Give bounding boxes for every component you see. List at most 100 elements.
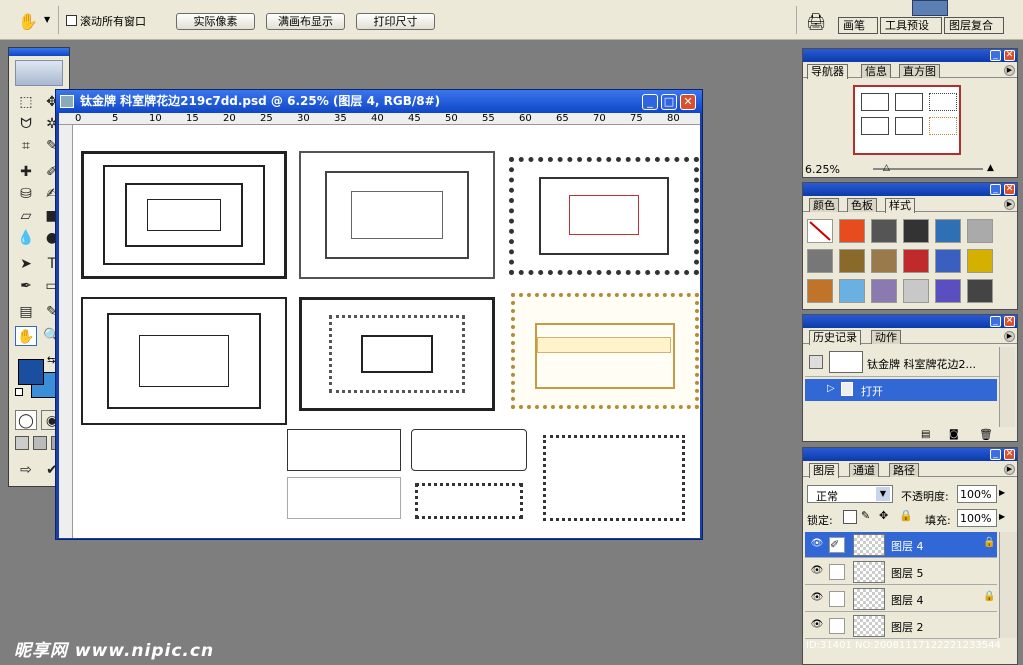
style-swatch[interactable] [839, 279, 865, 303]
lasso-tool-icon[interactable]: ᗢ [15, 114, 37, 134]
path-select-icon[interactable]: ➤ [15, 254, 37, 274]
blend-mode-select[interactable]: 正常 ▼ [807, 485, 893, 503]
style-swatch[interactable] [839, 219, 865, 243]
navigator-preview[interactable] [853, 85, 961, 155]
palette-menu-icon[interactable]: ▶ [1004, 199, 1015, 210]
eye-icon[interactable]: 👁 [809, 592, 825, 603]
eraser-tool-icon[interactable]: ▱ [15, 206, 37, 226]
style-swatch[interactable] [871, 279, 897, 303]
style-swatch-none[interactable] [807, 219, 833, 243]
layer-link-icon[interactable] [829, 618, 845, 634]
eye-icon[interactable]: 👁 [809, 619, 825, 630]
tab-layer-comps[interactable]: 图层复合 [944, 17, 1004, 34]
palette-well-icon[interactable]: 🖨 [806, 12, 826, 31]
layer-link-icon[interactable] [829, 564, 845, 580]
layer-link-icon[interactable] [829, 591, 845, 607]
eye-icon[interactable]: 👁 [809, 538, 825, 549]
zoom-in-icon[interactable]: ▲ [987, 163, 994, 173]
style-swatch[interactable] [967, 249, 993, 273]
tab-styles[interactable]: 样式 [885, 198, 915, 213]
history-scrollbar[interactable] [999, 347, 1015, 427]
palette-menu-icon[interactable]: ▶ [1004, 464, 1015, 475]
palette-menu-icon[interactable]: ▶ [1004, 65, 1015, 76]
tab-info[interactable]: 信息 [861, 64, 891, 78]
feather-logo-icon[interactable] [15, 60, 63, 86]
new-document-from-state-icon[interactable]: ▤ [921, 429, 930, 440]
lock-transparency-icon[interactable] [843, 510, 857, 524]
tab-layers[interactable]: 图层 [809, 463, 839, 478]
fill-input[interactable]: 100% [957, 509, 997, 527]
zoom-value[interactable]: 6.25% [805, 163, 840, 176]
history-snapshot[interactable]: 钛金牌 科室牌花边2... [805, 349, 999, 377]
style-swatch[interactable] [903, 279, 929, 303]
history-step-open[interactable]: ▷ 打开 [805, 379, 997, 401]
style-swatch[interactable] [935, 279, 961, 303]
screen-mode-standard-icon[interactable] [15, 436, 29, 450]
notes-tool-icon[interactable]: ▤ [15, 302, 37, 322]
screen-mode-full-menu-icon[interactable] [33, 436, 47, 450]
tab-channels[interactable]: 通道 [849, 463, 879, 477]
fit-screen-button[interactable]: 满画布显示 [266, 13, 345, 30]
tab-tool-presets[interactable]: 工具预设 [880, 17, 942, 34]
hand-tool-icon[interactable]: ✋ [15, 326, 37, 346]
style-swatch[interactable] [807, 249, 833, 273]
pen-tool-icon[interactable]: ✒ [15, 276, 37, 296]
tab-paths[interactable]: 路径 [889, 463, 919, 477]
close-button[interactable]: ✕ [1004, 50, 1015, 61]
style-swatch[interactable] [871, 249, 897, 273]
eye-icon[interactable]: 👁 [809, 565, 825, 576]
close-button[interactable]: ✕ [1004, 184, 1015, 195]
new-snapshot-icon[interactable]: ◙ [949, 429, 959, 440]
crop-tool-icon[interactable]: ⌗ [15, 136, 37, 156]
palette-menu-icon[interactable]: ▶ [1004, 331, 1015, 342]
print-size-button[interactable]: 打印尺寸 [356, 13, 435, 30]
tab-history[interactable]: 历史记录 [809, 330, 861, 345]
opacity-slider-arrow-icon[interactable]: ▶ [999, 488, 1005, 497]
tab-brushes[interactable]: 画笔 [838, 17, 878, 34]
hand-icon[interactable]: ✋ [18, 12, 38, 31]
style-swatch[interactable] [967, 279, 993, 303]
minimize-button[interactable]: _ [990, 449, 1001, 460]
tab-histogram[interactable]: 直方图 [899, 64, 940, 78]
layer-row[interactable]: 👁 ✐ 图层 4 🔒 [805, 532, 997, 558]
style-swatch[interactable] [903, 219, 929, 243]
standard-mode-icon[interactable]: ◯ [15, 410, 37, 430]
style-swatch[interactable] [807, 279, 833, 303]
delete-icon[interactable]: 🗑 [979, 428, 993, 441]
style-swatch[interactable] [935, 219, 961, 243]
style-swatch[interactable] [903, 249, 929, 273]
minimize-button[interactable]: _ [642, 94, 658, 110]
chevron-down-icon[interactable]: ▼ [876, 487, 890, 501]
lock-image-icon[interactable]: ✎ [861, 509, 870, 522]
minimize-button[interactable]: _ [990, 50, 1001, 61]
minimize-button[interactable]: _ [990, 184, 1001, 195]
scroll-all-windows-checkbox[interactable] [66, 15, 77, 26]
tab-swatches[interactable]: 色板 [847, 198, 877, 212]
tab-actions[interactable]: 动作 [871, 330, 901, 344]
canvas-area[interactable]: 0 5 10 15 20 25 30 35 40 45 50 55 60 65 70 75 80 [59, 113, 700, 538]
stamp-tool-icon[interactable]: ⛁ [15, 184, 37, 204]
close-button[interactable]: ✕ [1004, 449, 1015, 460]
layer-row[interactable]: 👁 图层 5 [805, 559, 997, 585]
style-swatch[interactable] [935, 249, 961, 273]
actual-pixels-button[interactable]: 实际像素 [176, 13, 255, 30]
marquee-tool-icon[interactable]: ⬚ [15, 92, 37, 112]
fill-slider-arrow-icon[interactable]: ▶ [999, 512, 1005, 521]
layer-row[interactable]: 👁 图层 2 [805, 613, 997, 639]
lock-position-icon[interactable]: ✥ [879, 509, 888, 522]
default-colors-icon[interactable] [15, 388, 23, 396]
style-swatch[interactable] [871, 219, 897, 243]
jump-to-imageready-icon[interactable]: ⇨ [15, 460, 37, 480]
opacity-input[interactable]: 100% [957, 485, 997, 503]
maximize-button[interactable]: □ [661, 94, 677, 110]
minimize-button[interactable]: _ [990, 316, 1001, 327]
history-brush-source-icon[interactable] [809, 355, 823, 369]
healing-brush-icon[interactable]: ✚ [15, 162, 37, 182]
layer-link-icon[interactable]: ✐ [829, 537, 845, 553]
lock-all-icon[interactable]: 🔒 [899, 509, 913, 522]
close-button[interactable]: ✕ [680, 94, 696, 110]
layer-row[interactable]: 👁 图层 4 🔒 [805, 586, 997, 612]
close-button[interactable]: ✕ [1004, 316, 1015, 327]
style-swatch[interactable] [967, 219, 993, 243]
tab-navigator[interactable]: 导航器 [807, 64, 848, 79]
